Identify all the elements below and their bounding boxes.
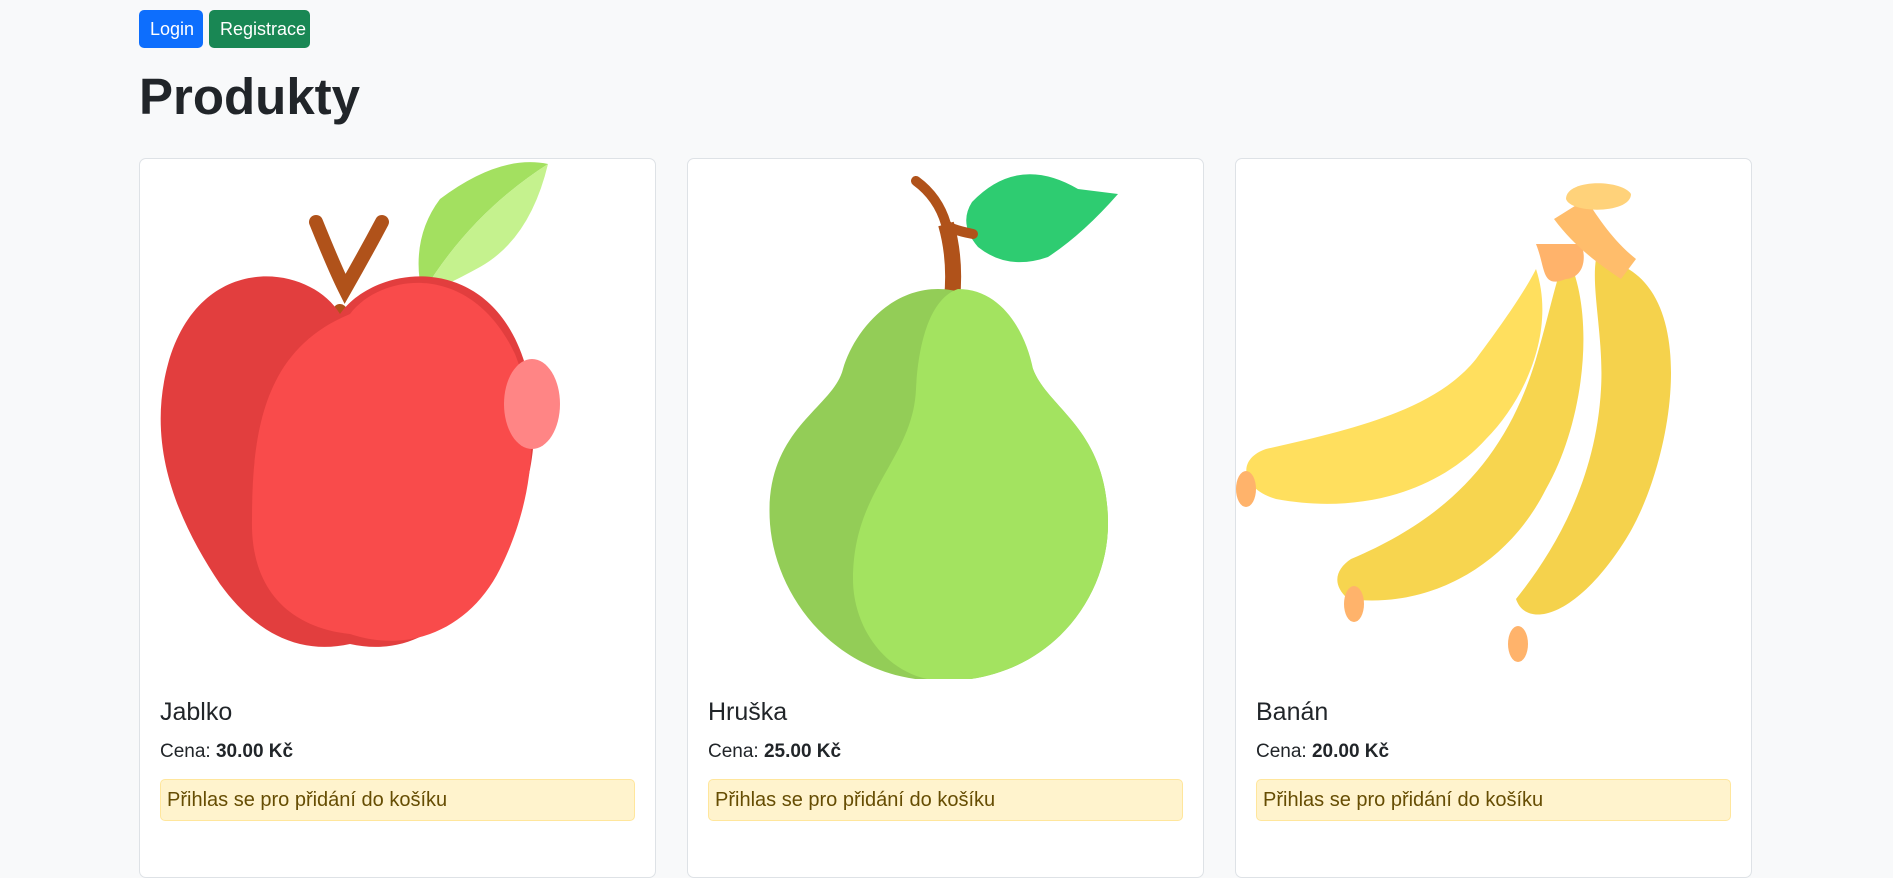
login-notice: Přihlas se pro přidání do košíku	[1256, 779, 1731, 821]
login-button[interactable]: Login	[139, 10, 203, 48]
price-value: 20.00 Kč	[1311, 741, 1390, 762]
product-card: Hruška Cena: 25.00 Kč Přihlas se pro při…	[687, 158, 1204, 878]
product-card: Jablko Cena: 30.00 Kč Přihlas se pro při…	[139, 158, 656, 878]
price-value: 25.00 Kč	[763, 741, 842, 762]
product-card: Banán Cena: 20.00 Kč Přihlas se pro přid…	[1235, 158, 1752, 878]
product-price: Cena: 30.00 Kč	[160, 741, 635, 763]
apple-icon	[160, 162, 560, 647]
product-name: Hruška	[708, 698, 788, 726]
login-notice: Přihlas se pro přidání do košíku	[160, 779, 635, 821]
register-button[interactable]: Registrace	[209, 10, 310, 48]
product-price: Cena: 25.00 Kč	[708, 741, 1183, 763]
price-label: Cena:	[1256, 741, 1307, 762]
auth-bar: Login Registrace	[139, 10, 310, 48]
product-name: Banán	[1256, 698, 1329, 726]
product-price: Cena: 20.00 Kč	[1256, 741, 1731, 763]
pear-icon	[769, 174, 1118, 679]
product-grid: Jablko Cena: 30.00 Kč Přihlas se pro při…	[139, 158, 1752, 878]
login-notice: Přihlas se pro přidání do košíku	[708, 779, 1183, 821]
product-name: Jablko	[160, 698, 233, 726]
page-title: Produkty	[139, 68, 361, 125]
price-value: 30.00 Kč	[215, 741, 294, 762]
price-label: Cena:	[708, 741, 759, 762]
banana-icon	[1236, 183, 1671, 662]
price-label: Cena:	[160, 741, 211, 762]
